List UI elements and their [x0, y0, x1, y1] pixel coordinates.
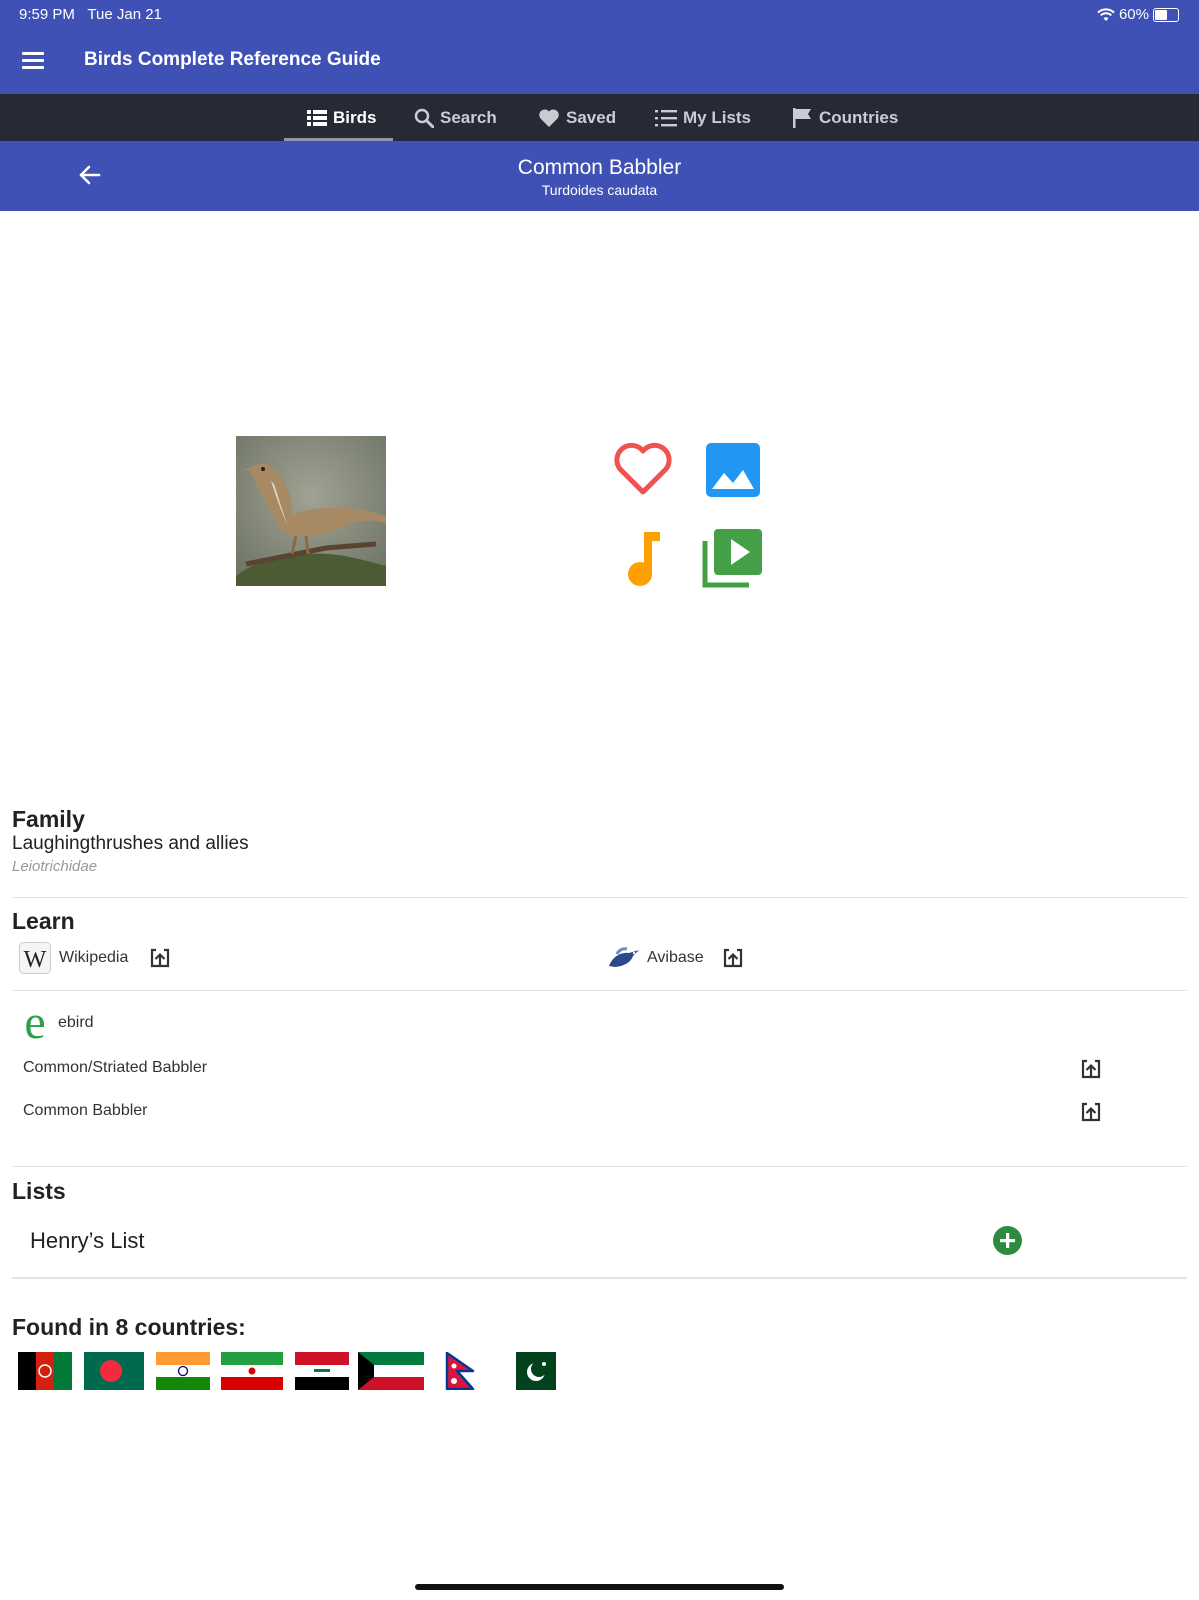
audio-button[interactable] [622, 530, 666, 588]
avibase-bird-icon [609, 947, 639, 967]
battery-icon [1153, 7, 1179, 22]
open-in-new-icon [150, 948, 170, 968]
search-icon [414, 108, 434, 128]
ebird-link-2-open-button[interactable] [1080, 1101, 1102, 1128]
list-icon [307, 109, 327, 126]
app-bar: 9:59 PM Tue Jan 21 60% Birds Complete Re… [0, 0, 1199, 94]
tab-label: Saved [566, 107, 617, 127]
ebird-link-1-label[interactable]: Common/Striated Babbler [23, 1059, 207, 1077]
tab-label: My Lists [683, 107, 752, 127]
family-scientific-name: Leiotrichidae [12, 858, 98, 875]
divider [12, 1166, 1187, 1167]
tab-label: Birds [333, 107, 377, 127]
video-library-icon [702, 529, 762, 588]
wifi-icon [1097, 7, 1115, 21]
numbered-list-icon [655, 109, 677, 126]
divider [12, 1277, 1187, 1279]
tab-label: Search [440, 107, 497, 127]
bird-photo[interactable] [236, 436, 386, 586]
tab-saved[interactable]: Saved [538, 94, 616, 141]
app-title: Birds Complete Reference Guide [84, 49, 381, 70]
ebird-link-1-open-button[interactable] [1080, 1058, 1102, 1085]
svg-text:W: W [24, 947, 47, 973]
status-indicators: 60% [1097, 6, 1179, 23]
tab-search[interactable]: Search [414, 94, 497, 141]
svg-text:e: e [24, 1002, 45, 1044]
open-in-new-icon [1081, 1102, 1101, 1122]
family-name: Laughingthrushes and allies [12, 833, 249, 854]
wikipedia-open-button[interactable] [149, 947, 171, 974]
flag-kuwait[interactable] [358, 1352, 424, 1390]
heart-outline-icon [614, 442, 672, 495]
divider [12, 897, 1187, 898]
tab-bar: Birds Search Saved My Lists Countries [0, 94, 1199, 141]
avibase-open-button[interactable] [722, 947, 744, 974]
ebird-link-2-label[interactable]: Common Babbler [23, 1102, 148, 1120]
ebird-header: e ebird [19, 1002, 94, 1044]
flag-bangladesh[interactable] [84, 1352, 144, 1390]
video-button[interactable] [702, 527, 764, 589]
flag-iran[interactable] [221, 1352, 283, 1390]
home-indicator [415, 1584, 784, 1590]
wikipedia-link[interactable]: W Wikipedia [19, 942, 128, 974]
countries-heading: Found in 8 countries: [12, 1314, 246, 1340]
battery-percent: 60% [1118, 6, 1149, 23]
heart-icon [539, 108, 559, 127]
bird-scientific-name: Turdoides caudata [541, 182, 658, 198]
bird-common-name: Common Babbler [517, 156, 682, 179]
status-time: 9:59 PM Tue Jan 21 [19, 6, 162, 23]
image-icon [706, 443, 760, 497]
tab-birds[interactable]: Birds [307, 94, 376, 141]
avibase-link[interactable]: Avibase [607, 944, 704, 972]
flag-pakistan[interactable] [516, 1352, 556, 1390]
flag-india[interactable] [156, 1352, 210, 1390]
wikipedia-icon: W [19, 942, 51, 974]
photos-button[interactable] [706, 443, 760, 497]
family-heading: Family [12, 806, 85, 832]
open-in-new-icon [1081, 1059, 1101, 1079]
flag-icon [793, 107, 811, 128]
divider [12, 990, 1187, 991]
flag-afghanistan[interactable] [18, 1352, 72, 1390]
list-item-name: Henry’s List [30, 1228, 145, 1253]
open-in-new-icon [723, 948, 743, 968]
favorite-button[interactable] [612, 440, 674, 498]
tab-label: Countries [819, 107, 899, 127]
detail-header: Common Babbler Turdoides caudata [0, 141, 1199, 211]
flag-iraq[interactable] [295, 1352, 349, 1390]
add-to-list-button[interactable] [993, 1226, 1022, 1255]
ebird-label: ebird [58, 1014, 94, 1031]
plus-icon [1000, 1233, 1015, 1248]
learn-heading: Learn [12, 908, 75, 934]
tab-countries[interactable]: Countries [793, 94, 898, 141]
menu-button[interactable] [22, 52, 44, 70]
avibase-label: Avibase [647, 949, 704, 966]
wikipedia-label: Wikipedia [59, 949, 129, 966]
tab-my-lists[interactable]: My Lists [655, 94, 751, 141]
flag-nepal[interactable] [445, 1352, 477, 1390]
music-note-icon [628, 532, 660, 586]
lists-heading: Lists [12, 1178, 66, 1204]
ebird-logo-icon: e [24, 1002, 45, 1044]
